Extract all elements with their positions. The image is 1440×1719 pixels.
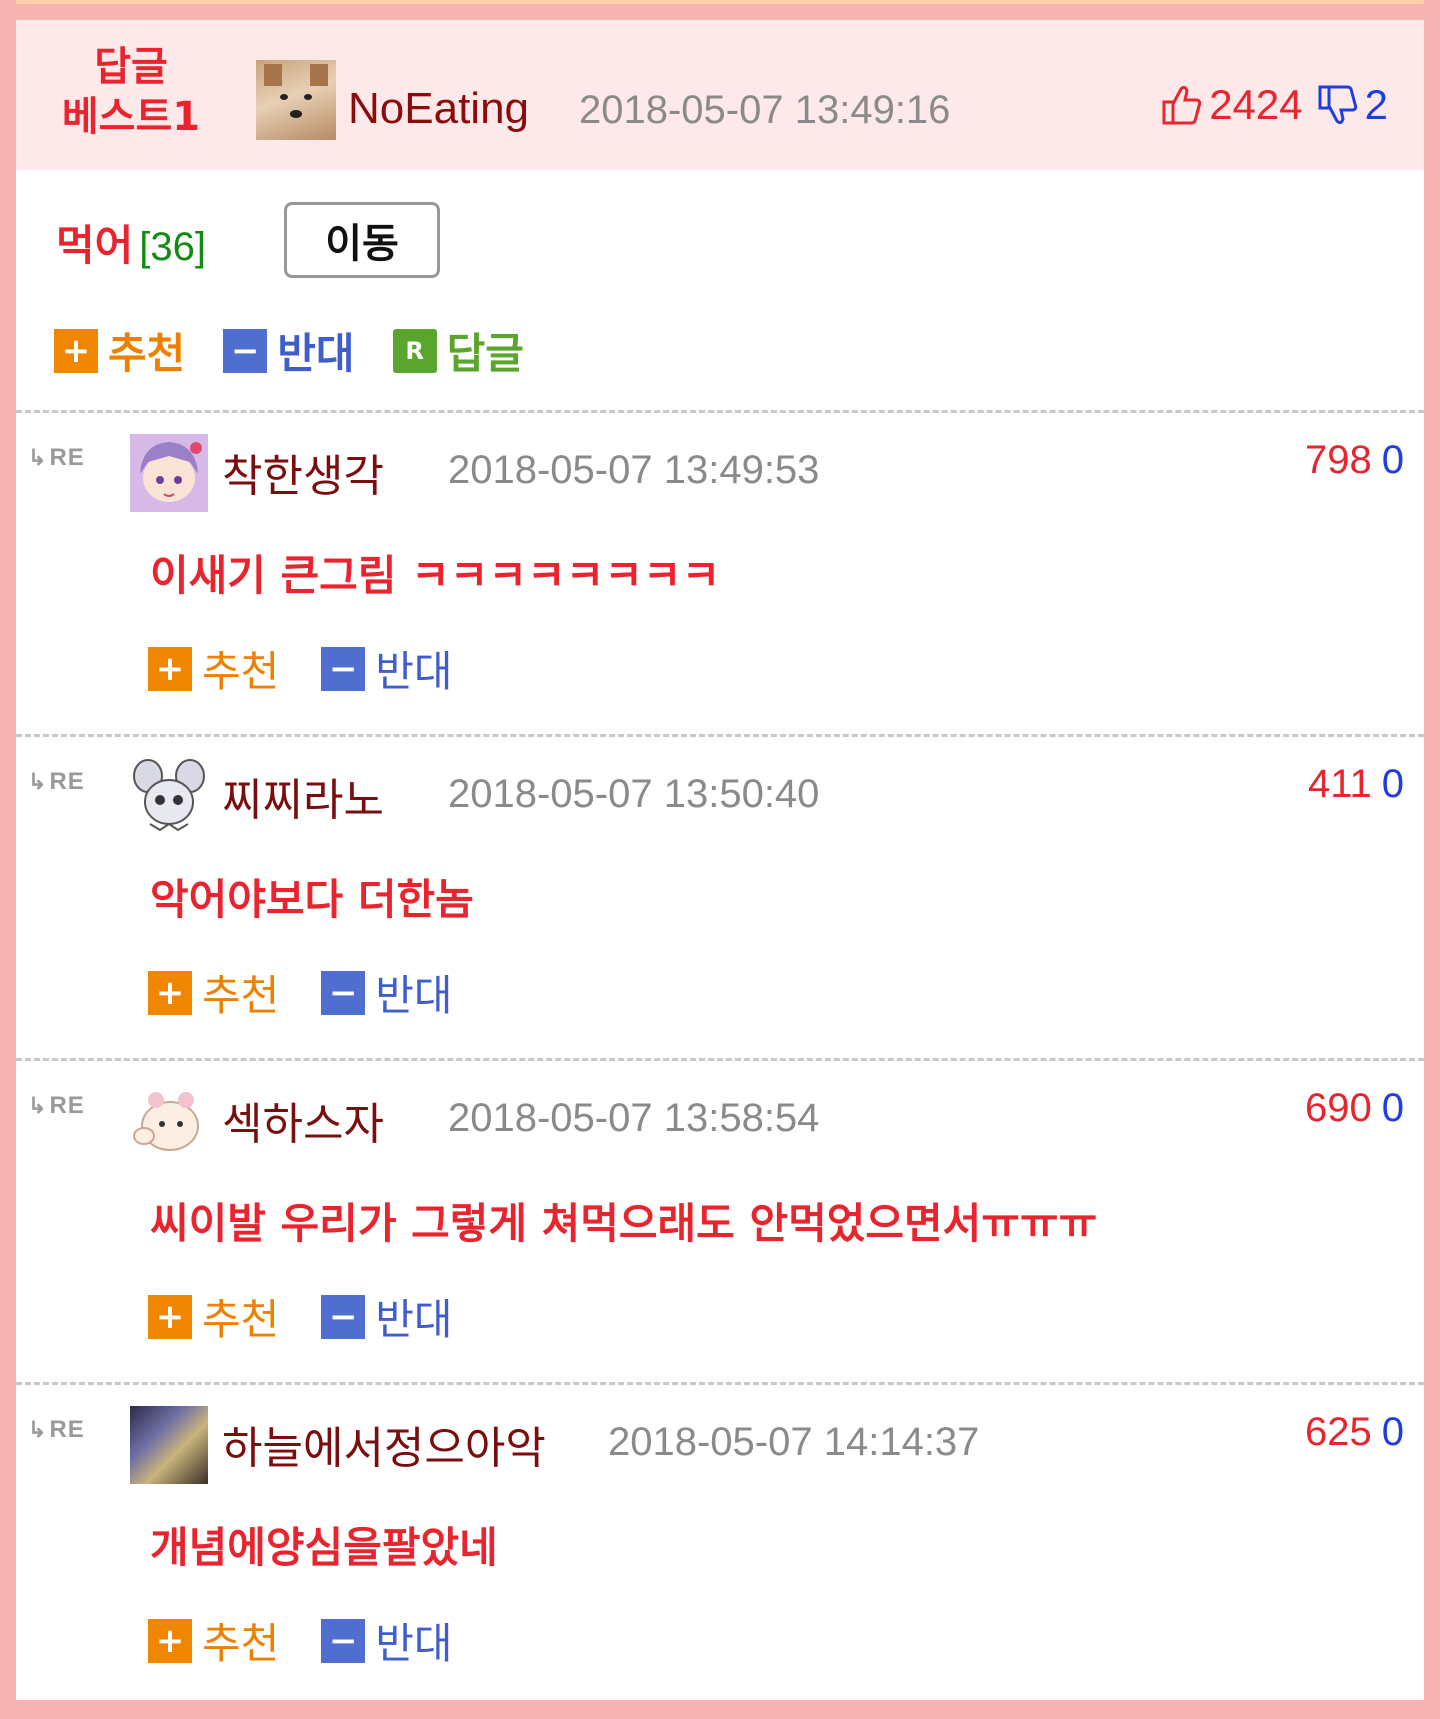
comment-body: 먹어: [56, 221, 134, 270]
oppose-label: 반대: [277, 329, 355, 378]
oppose-button[interactable]: − 반대: [321, 1286, 453, 1347]
avatar[interactable]: [256, 60, 336, 140]
plus-icon: +: [148, 646, 192, 691]
post-date: 2018-05-07 13:49:16: [579, 88, 951, 132]
oppose-button[interactable]: − 반대: [321, 962, 453, 1023]
recommend-button[interactable]: + 추천: [54, 320, 185, 381]
avatar[interactable]: [130, 434, 208, 512]
reply-text: 악어야보다 더한놈: [150, 875, 474, 924]
reply-down-count: 0: [1381, 1086, 1404, 1130]
reply-author[interactable]: 찌찌라노: [222, 764, 384, 828]
reply-item: ↳RE 하늘에서정으아악 2018-05-07 14:14:37 625 0 개념…: [16, 1384, 1424, 1704]
reply-arrow-icon: ↳RE: [28, 768, 85, 795]
reply-text: 씨이발 우리가 그렇게 쳐먹으래도 안먹었으면서ㅠㅠㅠ: [150, 1199, 1098, 1248]
reply-count[interactable]: [36]: [139, 225, 206, 269]
reply-author[interactable]: 착한생각: [222, 440, 384, 504]
recommend-button[interactable]: + 추천: [148, 1610, 279, 1671]
recommend-label: 추천: [202, 1619, 280, 1668]
plus-icon: +: [148, 1618, 192, 1663]
recommend-button[interactable]: + 추천: [148, 638, 279, 699]
recommend-button[interactable]: + 추천: [148, 962, 279, 1023]
reply-item: ↳RE 착한생각 2018-05-07 13:49:53 798 0 이새기 큰그…: [16, 412, 1424, 732]
comment-panel: 답글 베스트1 NoEating 2018-05-07 13:49:16 242…: [16, 0, 1424, 1702]
author-name[interactable]: NoEating: [348, 84, 529, 134]
recommend-label: 추천: [202, 647, 280, 696]
reply-date: 2018-05-07 13:50:40: [448, 772, 820, 816]
reply-down-count: 0: [1381, 762, 1404, 806]
oppose-button[interactable]: − 반대: [321, 1610, 453, 1671]
reply-date: 2018-05-07 13:58:54: [448, 1096, 820, 1140]
reply-up-count: 625: [1305, 1410, 1372, 1454]
vote-summary: 2424 2: [1161, 80, 1388, 130]
reply-up-count: 411: [1307, 762, 1372, 806]
oppose-label: 반대: [375, 1619, 453, 1668]
reply-text: 개념에양심을팔았네: [150, 1523, 498, 1572]
comment-text: 먹어 [36]: [56, 212, 206, 273]
minus-icon: −: [223, 328, 268, 373]
avatar[interactable]: [130, 1406, 208, 1484]
thumbs-down-icon: [1317, 83, 1359, 127]
best-reply-header: 답글 베스트1 NoEating 2018-05-07 13:49:16 242…: [16, 20, 1424, 170]
divider: [16, 1700, 1424, 1702]
down-count: 2: [1364, 81, 1388, 128]
reply-label: 답글: [446, 329, 524, 378]
comment-actions: + 추천 − 반대 R 답글: [54, 320, 562, 381]
reply-up-count: 690: [1305, 1086, 1372, 1130]
avatar[interactable]: [130, 758, 208, 836]
reply-date: 2018-05-07 14:14:37: [608, 1420, 980, 1464]
reply-actions: + 추천 − 반대: [148, 638, 495, 699]
recommend-label: 추천: [202, 971, 280, 1020]
oppose-label: 반대: [375, 971, 453, 1020]
plus-icon: +: [54, 328, 98, 373]
oppose-button[interactable]: − 반대: [321, 638, 453, 699]
best-badge-line2: 베스트1: [61, 94, 201, 140]
reply-actions: + 추천 − 반대: [148, 1286, 495, 1347]
recommend-label: 추천: [202, 1295, 280, 1344]
oppose-label: 반대: [375, 647, 453, 696]
reply-icon: R: [392, 328, 437, 373]
best-badge-line1: 답글: [94, 44, 168, 90]
reply-score: 798 0: [1305, 438, 1404, 483]
reply-down-count: 0: [1381, 1410, 1404, 1454]
avatar[interactable]: [130, 1082, 208, 1160]
minus-icon: −: [321, 646, 366, 691]
reply-score: 690 0: [1305, 1086, 1404, 1131]
minus-icon: −: [321, 970, 366, 1015]
reply-date: 2018-05-07 13:49:53: [448, 448, 820, 492]
recommend-label: 추천: [108, 329, 186, 378]
reply-author[interactable]: 하늘에서정으아악: [222, 1412, 546, 1476]
recommend-button[interactable]: + 추천: [148, 1286, 279, 1347]
reply-item: ↳RE 찌찌라노 2018-05-07 13:50:40 411 0 악어야보다 …: [16, 736, 1424, 1056]
move-button[interactable]: 이동: [284, 202, 440, 278]
reply-author[interactable]: 섹하스자: [222, 1088, 384, 1152]
thumbs-up-icon: [1161, 83, 1203, 127]
reply-button[interactable]: R 답글: [392, 320, 524, 381]
reply-up-count: 798: [1305, 438, 1372, 482]
reply-arrow-icon: ↳RE: [28, 1416, 85, 1443]
oppose-label: 반대: [375, 1295, 453, 1344]
plus-icon: +: [148, 1294, 192, 1339]
minus-icon: −: [321, 1294, 366, 1339]
plus-icon: +: [148, 970, 192, 1015]
reply-item: ↳RE 섹하스자 2018-05-07 13:58:54 690 0 씨이발 우리…: [16, 1060, 1424, 1380]
oppose-button[interactable]: − 반대: [223, 320, 355, 381]
reply-arrow-icon: ↳RE: [28, 444, 85, 471]
reply-score: 625 0: [1305, 1410, 1404, 1455]
reply-down-count: 0: [1381, 438, 1404, 482]
best-reply-badge: 답글 베스트1: [56, 42, 206, 142]
reply-text: 이새기 큰그림 ㅋㅋㅋㅋㅋㅋㅋㅋ: [150, 551, 721, 600]
reply-score: 411 0: [1308, 762, 1404, 807]
reply-actions: + 추천 − 반대: [148, 1610, 495, 1671]
reply-arrow-icon: ↳RE: [28, 1092, 85, 1119]
minus-icon: −: [321, 1618, 366, 1663]
reply-actions: + 추천 − 반대: [148, 962, 495, 1023]
up-count: 2424: [1209, 81, 1303, 128]
